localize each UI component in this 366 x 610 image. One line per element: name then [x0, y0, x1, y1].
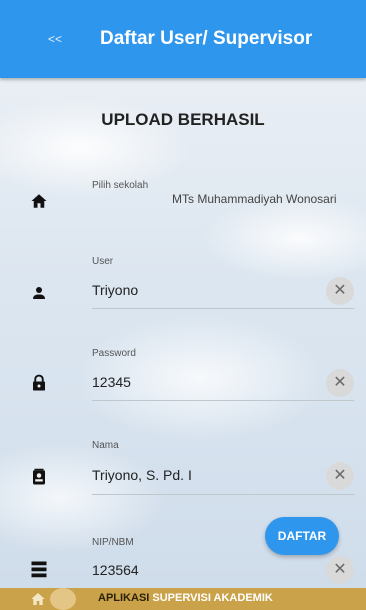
- page-title: Daftar User/ Supervisor: [100, 28, 313, 49]
- clear-password-button[interactable]: ✕: [326, 369, 354, 397]
- upload-status-heading: UPLOAD BERHASIL: [101, 110, 265, 129]
- nama-label: Nama: [92, 440, 119, 451]
- footer-home-icon[interactable]: [30, 591, 46, 607]
- contact-card-icon: [33, 468, 45, 485]
- user-input[interactable]: Triyono: [92, 282, 138, 298]
- footer-title-part1: APLIKASI: [98, 592, 150, 604]
- sekolah-select[interactable]: MTs Muhammadiyah Wonosari: [172, 192, 337, 206]
- user-underline: [92, 308, 354, 309]
- user-label: User: [92, 256, 114, 267]
- nama-input[interactable]: Triyono, S. Pd. I: [92, 467, 192, 483]
- footer-title-part2: SUPERVISI AKADEMIK: [152, 592, 273, 604]
- password-underline: [92, 400, 354, 401]
- nama-underline: [92, 494, 354, 495]
- footer-title: APLIKASI SUPERVISI AKADEMIK: [98, 592, 273, 604]
- clear-nip-button[interactable]: ✕: [326, 556, 354, 584]
- daftar-button[interactable]: DAFTAR: [265, 517, 339, 555]
- password-input[interactable]: 12345: [92, 374, 131, 390]
- person-icon: [33, 287, 45, 299]
- nip-label: NIP/NBM: [92, 537, 134, 548]
- app-bar: << Daftar User/ Supervisor: [0, 0, 366, 78]
- back-button[interactable]: <<: [48, 32, 68, 48]
- password-label: Password: [92, 348, 136, 359]
- home-icon: [31, 194, 47, 208]
- footer-banner: APLIKASI SUPERVISI AKADEMIK: [0, 588, 366, 610]
- clear-user-button[interactable]: ✕: [326, 277, 354, 305]
- list-icon: [31, 561, 47, 578]
- nip-input[interactable]: 123564: [92, 562, 139, 578]
- sekolah-label: Pilih sekolah: [92, 180, 149, 191]
- clear-nama-button[interactable]: ✕: [326, 462, 354, 490]
- lock-icon: [33, 374, 45, 391]
- touch-hand-icon: [50, 588, 76, 610]
- sky-background: [0, 78, 366, 588]
